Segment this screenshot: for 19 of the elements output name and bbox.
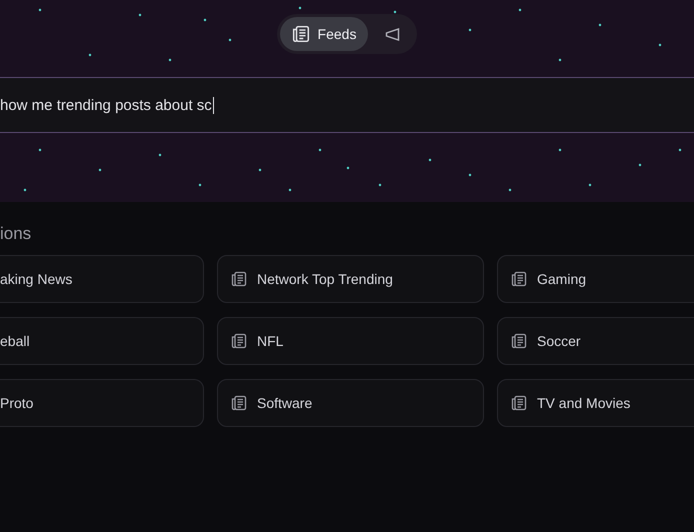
newspaper-icon — [511, 333, 527, 349]
newspaper-icon — [511, 271, 527, 287]
newspaper-icon — [511, 395, 527, 411]
newspaper-icon — [292, 25, 310, 43]
suggestion-card[interactable]: Soccer — [497, 317, 694, 365]
section-heading: ions — [0, 224, 32, 244]
suggestion-card[interactable]: aking News — [0, 255, 204, 303]
suggestion-card[interactable]: Network Top Trending — [217, 255, 484, 303]
suggestion-card[interactable]: eball — [0, 317, 204, 365]
suggestion-card[interactable]: Software — [217, 379, 484, 427]
suggestion-card[interactable]: Proto — [0, 379, 204, 427]
newspaper-icon — [231, 395, 247, 411]
feeds-tab[interactable]: Feeds — [280, 17, 368, 51]
prompt-field[interactable]: how me trending posts about sc — [0, 77, 694, 133]
newspaper-icon — [231, 271, 247, 287]
suggestion-card[interactable]: NFL — [217, 317, 484, 365]
suggestion-card[interactable]: Gaming — [497, 255, 694, 303]
newspaper-icon — [231, 333, 247, 349]
suggestion-card[interactable]: TV and Movies — [497, 379, 694, 427]
